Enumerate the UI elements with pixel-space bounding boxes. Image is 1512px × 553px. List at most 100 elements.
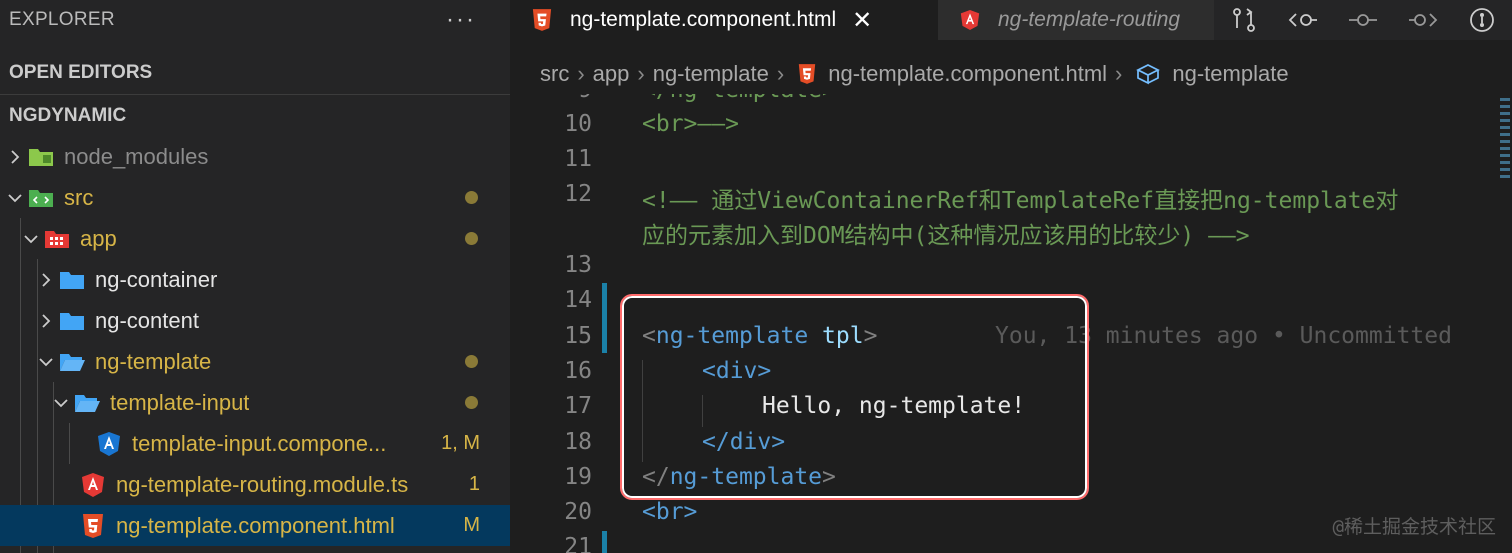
git-change-marker [602, 531, 607, 553]
workspace-root-section[interactable]: NGDYNAMIC [0, 96, 510, 136]
angular-icon [960, 8, 980, 32]
tree-item-label: app [80, 225, 117, 251]
node-folder-icon [26, 144, 56, 170]
tree-item-routing-module[interactable]: ng-template-routing.module.ts 1 [0, 464, 510, 505]
source-folder-icon [26, 185, 56, 211]
line-number: 13 [564, 252, 592, 278]
chevron-right-icon [35, 269, 57, 291]
chevron-right-icon [35, 310, 57, 332]
problem-badge: 1, M [441, 432, 480, 454]
app-folder-icon [42, 226, 72, 252]
chevron-down-icon [35, 351, 57, 373]
folder-open-icon [57, 349, 87, 375]
explorer-header: EXPLORER ··· [0, 0, 510, 40]
code-line-9: </ng-template> [642, 94, 836, 103]
problem-badge: 1 [468, 473, 480, 495]
section-divider [0, 94, 510, 95]
code-line-12: <!—— 通过ViewContainerRef和TemplateRef直接把ng… [642, 188, 1399, 214]
breadcrumb-src[interactable]: src [540, 61, 569, 87]
tab-routing-module[interactable]: ng-template-routing [938, 0, 1214, 40]
html5-icon [78, 513, 108, 539]
tree-item-component-html[interactable]: ng-template.component.html M [0, 505, 510, 546]
angular-component-icon [94, 431, 124, 457]
line-number: 12 [564, 181, 592, 207]
breadcrumb-separator: › [637, 61, 645, 86]
tree-item-label: node_modules [64, 143, 209, 169]
breadcrumb-file[interactable]: ng-template.component.html [828, 61, 1107, 87]
minimap[interactable] [1498, 94, 1512, 324]
breadcrumb-separator: › [1115, 61, 1123, 86]
breadcrumb-app[interactable]: app [593, 61, 630, 87]
tree-item-label: ng-container [95, 266, 218, 292]
tree-item-label: template-input.compone... [132, 430, 387, 456]
breadcrumb-symbol[interactable]: ng-template [1172, 61, 1288, 87]
code-line-10: <br>——> [642, 111, 739, 137]
tree-item-label: ng-template [95, 348, 212, 374]
more-actions-icon[interactable]: ··· [446, 8, 476, 32]
watermark: @稀土掘金技术社区 [1332, 516, 1496, 538]
tree-item-label: ng-content [95, 307, 199, 333]
tree-item-template-input-component[interactable]: template-input.compone... 1, M [0, 423, 510, 464]
breadcrumb: src › app › ng-template › ng-template.co… [510, 54, 1512, 94]
git-change-marker [602, 283, 607, 353]
tree-item-label: ng-template-routing.module.ts [116, 471, 409, 497]
timeline-icon[interactable] [1343, 0, 1383, 40]
line-number: 11 [564, 146, 592, 172]
tab-label: ng-template-routing [998, 8, 1181, 31]
modified-dot [465, 355, 478, 368]
modified-dot [465, 191, 478, 204]
code-editor[interactable]: 9 10 11 12 13 14 15 16 17 18 19 20 21 </… [510, 94, 1512, 553]
line-number: 17 [564, 393, 592, 419]
git-lens-icon[interactable] [1462, 0, 1502, 40]
line-number: 10 [564, 111, 592, 137]
code-token: <br> [642, 499, 698, 525]
line-number: 15 [564, 323, 592, 349]
line-number: 18 [564, 429, 592, 455]
line-number: 19 [564, 464, 592, 490]
tree-item-label: template-input [110, 389, 250, 415]
breadcrumb-folder[interactable]: ng-template [653, 61, 769, 87]
html5-icon [532, 8, 552, 32]
tree-item-app[interactable]: app [0, 218, 510, 259]
modified-dot [465, 232, 478, 245]
tree-item-node-modules[interactable]: node_modules [0, 136, 510, 177]
breadcrumb-separator: › [577, 61, 585, 86]
line-number: 20 [564, 499, 592, 525]
editor-toolbar [1214, 0, 1512, 40]
html5-icon [798, 63, 816, 85]
line-number: 9 [510, 94, 592, 103]
folder-icon [57, 267, 87, 293]
explorer-title: EXPLORER [9, 9, 115, 30]
line-number: 16 [564, 358, 592, 384]
tree-item-ng-content[interactable]: ng-content [0, 300, 510, 341]
code-line-12-wrap: 应的元素加入到DOM结构中(这种情况应该用的比较少) ——> [642, 223, 1250, 249]
chevron-down-icon [50, 392, 72, 414]
chevron-right-icon [4, 146, 26, 168]
open-editors-section[interactable]: OPEN EDITORS [0, 53, 510, 93]
chevron-down-icon [20, 228, 42, 250]
modified-dot [465, 396, 478, 409]
folder-open-icon [72, 390, 102, 416]
explorer-sidebar: EXPLORER ··· OPEN EDITORS NGDYNAMIC node… [0, 0, 510, 553]
next-change-icon[interactable] [1403, 0, 1443, 40]
symbol-cube-icon [1136, 63, 1161, 85]
editor-tab-bar: ng-template.component.html ✕ ng-template… [510, 0, 1512, 40]
tab-label: ng-template.component.html [570, 8, 837, 31]
tree-item-ng-template[interactable]: ng-template [0, 341, 510, 382]
breadcrumb-separator: › [776, 61, 785, 86]
angular-icon [78, 472, 108, 498]
tree-item-src[interactable]: src [0, 177, 510, 218]
tree-item-template-input[interactable]: template-input [0, 382, 510, 423]
line-number: 21 [564, 534, 592, 553]
folder-icon [57, 308, 87, 334]
code-token: <br> [642, 111, 698, 137]
compare-changes-icon[interactable] [1224, 0, 1264, 40]
modified-badge: M [463, 514, 480, 536]
code-line-20: <br> [642, 499, 697, 525]
tree-item-ng-container[interactable]: ng-container [0, 259, 510, 300]
tab-component-html[interactable]: ng-template.component.html ✕ [510, 0, 938, 40]
previous-change-icon[interactable] [1283, 0, 1323, 40]
tree-item-label: src [64, 184, 94, 210]
close-icon[interactable]: ✕ [852, 6, 872, 35]
chevron-down-icon [4, 187, 26, 209]
